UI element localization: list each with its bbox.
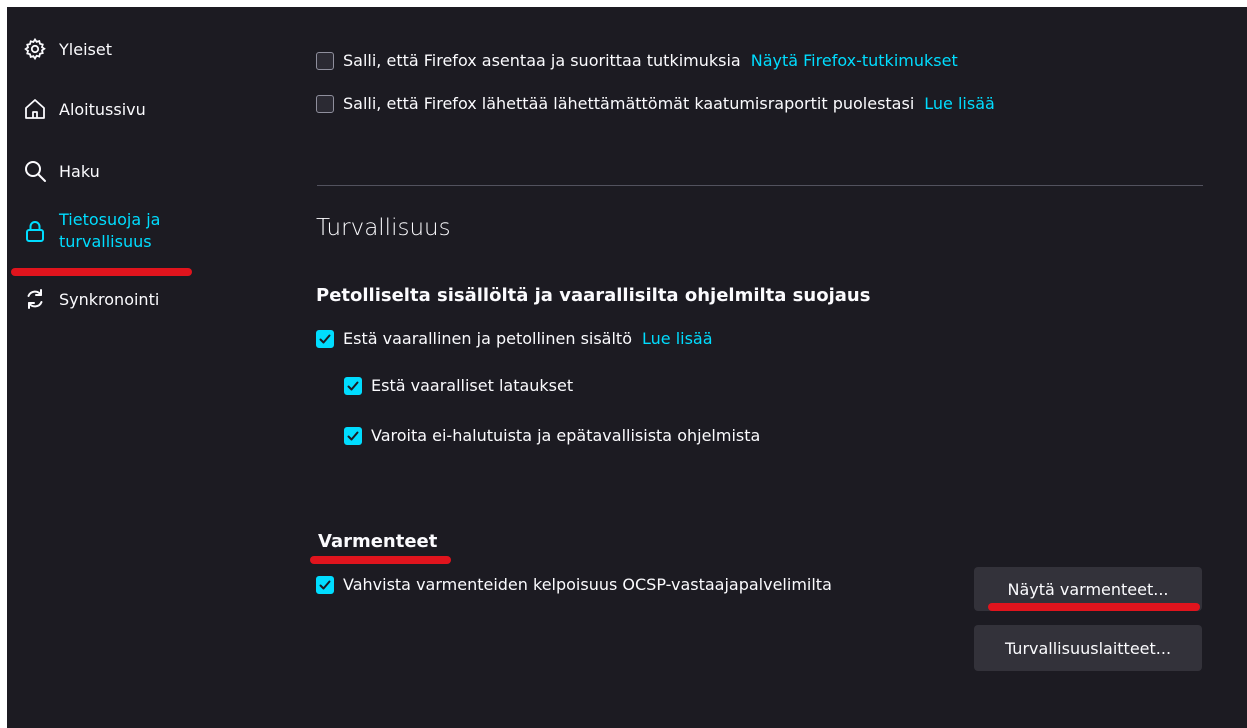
block-dangerous-checkbox[interactable]	[316, 329, 334, 348]
sidebar-item-sync[interactable]: Synkronointi	[21, 285, 159, 313]
studies-link[interactable]: Näytä Firefox-tutkimukset	[751, 51, 958, 70]
section-divider	[317, 185, 1203, 186]
ocsp-label: Vahvista varmenteiden kelpoisuus OCSP-va…	[343, 575, 832, 594]
sidebar-item-general[interactable]: Yleiset	[21, 35, 112, 63]
checkmark-icon	[319, 334, 331, 343]
sidebar-item-privacy[interactable]: Tietosuoja ja turvallisuus	[21, 209, 160, 253]
sidebar-item-home[interactable]: Aloitussivu	[21, 95, 146, 123]
gear-icon	[21, 35, 49, 63]
warn-unwanted-row: Varoita ei-halutuista ja epätavallisista…	[344, 426, 760, 445]
block-downloads-label: Estä vaaralliset lataukset	[371, 376, 574, 395]
studies-checkbox[interactable]	[316, 51, 334, 70]
sidebar-item-label: Aloitussivu	[59, 99, 146, 119]
checkmark-icon	[319, 580, 331, 589]
annotation-underline	[310, 556, 451, 564]
crash-reports-row: Salli, että Firefox lähettää lähettämätt…	[316, 94, 995, 113]
annotation-underline	[11, 268, 192, 276]
block-dangerous-learn-more-link[interactable]: Lue lisää	[642, 329, 713, 348]
sidebar-item-label: Yleiset	[59, 39, 112, 59]
sidebar-item-label: Synkronointi	[59, 289, 160, 309]
crash-reports-label: Salli, että Firefox lähettää lähettämätt…	[343, 94, 915, 113]
checkmark-icon	[347, 381, 359, 390]
warn-unwanted-label: Varoita ei-halutuista ja epätavallisista…	[371, 426, 761, 445]
lock-icon	[21, 217, 49, 245]
block-downloads-checkbox[interactable]	[344, 376, 362, 395]
sidebar-item-label: Tietosuoja ja turvallisuus	[59, 210, 161, 251]
ocsp-checkbox[interactable]	[316, 575, 334, 594]
block-downloads-row: Estä vaaralliset lataukset	[344, 376, 573, 395]
crash-reports-checkbox[interactable]	[316, 94, 334, 113]
security-devices-button[interactable]: Turvallisuuslaitteet...	[974, 625, 1202, 671]
crash-reports-learn-more-link[interactable]: Lue lisää	[924, 94, 995, 113]
studies-label: Salli, että Firefox asentaa ja suorittaa…	[343, 51, 741, 70]
block-dangerous-label: Estä vaarallinen ja petollinen sisältö	[343, 329, 632, 348]
annotation-underline	[988, 603, 1200, 611]
checkmark-icon	[347, 431, 359, 440]
studies-row: Salli, että Firefox asentaa ja suorittaa…	[316, 51, 958, 70]
warn-unwanted-checkbox[interactable]	[344, 426, 362, 445]
block-dangerous-row: Estä vaarallinen ja petollinen sisältö L…	[316, 329, 713, 348]
deceptive-content-heading: Petolliselta sisällöltä ja vaarallisilta…	[316, 285, 871, 306]
home-icon	[21, 95, 49, 123]
sync-icon	[21, 285, 49, 313]
search-icon	[21, 157, 49, 185]
certificates-heading: Varmenteet	[318, 531, 438, 552]
ocsp-row: Vahvista varmenteiden kelpoisuus OCSP-va…	[316, 575, 832, 594]
preferences-window: Yleiset Aloitussivu Haku Tietosuoja ja t…	[7, 7, 1247, 728]
sidebar-item-search[interactable]: Haku	[21, 157, 100, 185]
security-heading: Turvallisuus	[316, 215, 451, 241]
sidebar-item-label: Haku	[59, 161, 100, 181]
